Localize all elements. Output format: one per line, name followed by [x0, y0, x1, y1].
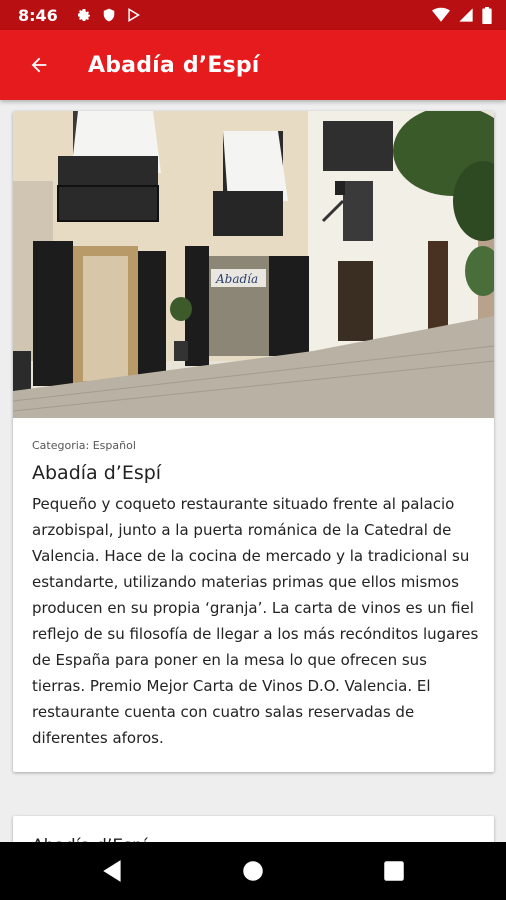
photo-sign-text: Abadía: [215, 272, 258, 286]
status-right-icons: [432, 6, 492, 24]
shield-icon: [103, 8, 115, 22]
status-left-icons: [76, 7, 141, 23]
restaurant-description: Pequeño y coqueto restaurante situado fr…: [32, 495, 479, 747]
recents-square-icon[interactable]: [381, 858, 407, 884]
restaurant-name: Abadía d’Espí: [32, 462, 162, 484]
restaurant-photo: Abadía: [13, 111, 494, 418]
system-nav-bar: [0, 842, 506, 900]
play-store-icon: [128, 8, 140, 22]
back-triangle-icon[interactable]: [100, 858, 126, 884]
status-time: 8:46: [18, 5, 58, 25]
home-circle-icon[interactable]: [240, 858, 266, 884]
page-title: Abadía d’Espí: [88, 52, 260, 78]
back-button[interactable]: [0, 30, 78, 100]
arrow-back-icon: [31, 57, 47, 73]
wifi-icon: [432, 7, 450, 22]
restaurant-card[interactable]: Abadía Categoria: Español Abadía d’Espí …: [13, 111, 494, 772]
app-bar: Abadía d’Espí: [0, 30, 506, 100]
status-bar: 8:46: [0, 0, 506, 30]
gear-icon: [77, 9, 90, 21]
signal-icon: [459, 8, 473, 22]
battery-icon: [482, 6, 492, 24]
category-label: Categoria: Español: [32, 439, 136, 452]
